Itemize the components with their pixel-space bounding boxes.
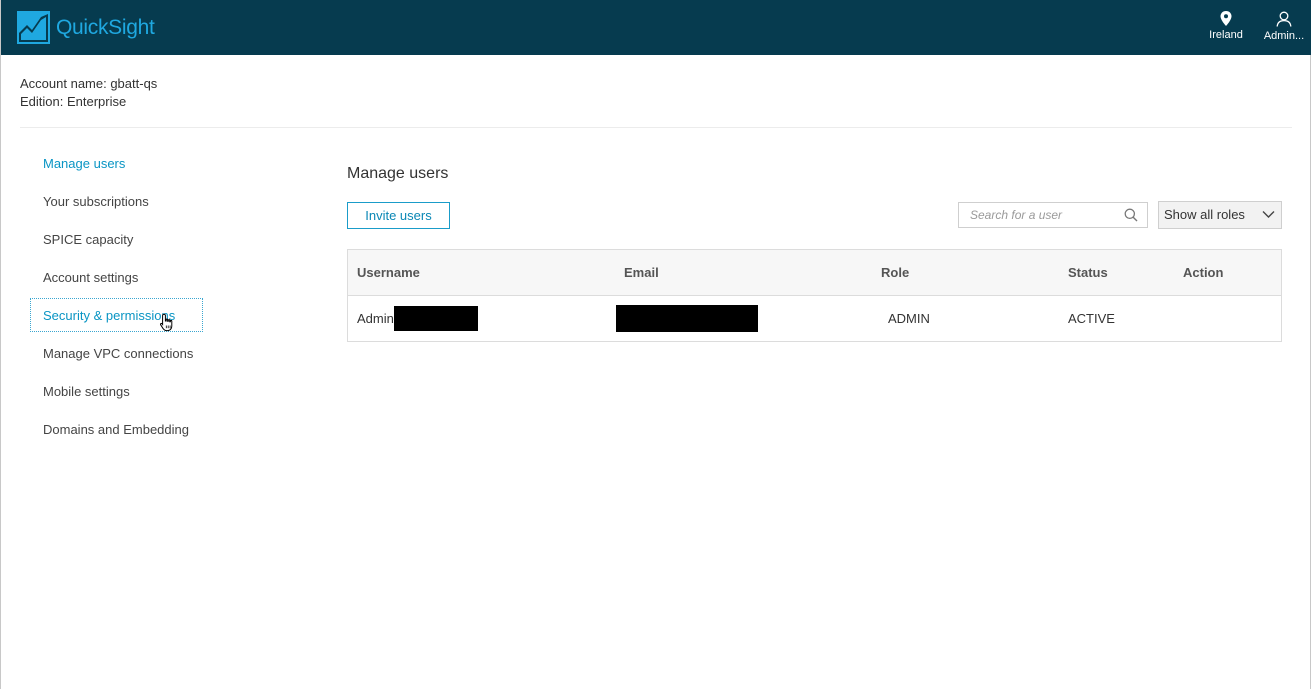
search-input[interactable] (959, 203, 1119, 227)
users-table: Username Email Role Status Action Admin/… (347, 249, 1282, 342)
app-title: QuickSight (56, 15, 155, 39)
sidebar-item-spice-capacity[interactable]: SPICE capacity (30, 222, 203, 256)
invite-users-button[interactable]: Invite users (347, 202, 450, 229)
location-pin-icon (1220, 11, 1232, 26)
hand-cursor-icon (159, 313, 173, 332)
region-selector[interactable]: Ireland (1204, 0, 1248, 55)
user-search (958, 202, 1148, 228)
sidebar-item-account-settings[interactable]: Account settings (30, 260, 203, 294)
admin-sidebar: Manage users Your subscriptions SPICE ca… (30, 146, 203, 450)
role-filter-value: Show all roles (1164, 207, 1245, 222)
email-cell (616, 296, 758, 341)
column-header-role[interactable]: Role (881, 250, 909, 295)
sidebar-item-mobile-settings[interactable]: Mobile settings (30, 374, 203, 408)
search-icon[interactable] (1124, 208, 1138, 222)
username-text: Admin/ (357, 311, 398, 326)
column-header-username[interactable]: Username (357, 250, 420, 295)
redacted-username-block (394, 306, 479, 331)
page-title: Manage users (347, 165, 449, 182)
sidebar-item-manage-vpc-connections[interactable]: Manage VPC connections (30, 336, 203, 370)
column-header-status[interactable]: Status (1068, 250, 1108, 295)
redacted-email-block (616, 305, 758, 332)
region-label: Ireland (1209, 29, 1243, 41)
user-icon (1276, 11, 1292, 27)
table-row[interactable]: Admin/ ADMIN ACTIVE (348, 296, 1281, 341)
sidebar-item-your-subscriptions[interactable]: Your subscriptions (30, 184, 203, 218)
column-header-action: Action (1183, 265, 1224, 280)
account-name: Account name: gbatt-qs (20, 76, 158, 91)
quicksight-logo[interactable]: QuickSight (17, 11, 155, 44)
account-edition: Edition: Enterprise (20, 94, 127, 109)
role-cell: ADMIN (888, 311, 930, 326)
column-header-email[interactable]: Email (624, 250, 659, 295)
sidebar-item-security-permissions[interactable]: Security & permissions (30, 298, 203, 332)
role-filter-dropdown[interactable]: Show all roles (1158, 201, 1282, 229)
table-header-row: Username Email Role Status Action (348, 250, 1281, 296)
sidebar-item-domains-embedding[interactable]: Domains and Embedding (30, 412, 203, 446)
users-toolbar: Invite users Show all roles (347, 201, 1283, 231)
account-info: Account name: gbatt-qs Edition: Enterpri… (20, 75, 157, 111)
user-label: Admin... (1263, 30, 1305, 42)
sidebar-item-manage-users[interactable]: Manage users (30, 146, 203, 180)
quicksight-logo-icon (17, 11, 50, 44)
username-cell: Admin/ (357, 296, 479, 341)
main-content: Manage users Invite users Show all roles… (347, 164, 1283, 342)
header-divider (20, 127, 1292, 128)
chevron-down-icon (1262, 211, 1275, 218)
user-menu[interactable]: Admin... (1258, 0, 1310, 55)
top-navigation-bar: QuickSight Ireland Admin... (1, 0, 1311, 55)
status-cell: ACTIVE (1068, 311, 1115, 326)
